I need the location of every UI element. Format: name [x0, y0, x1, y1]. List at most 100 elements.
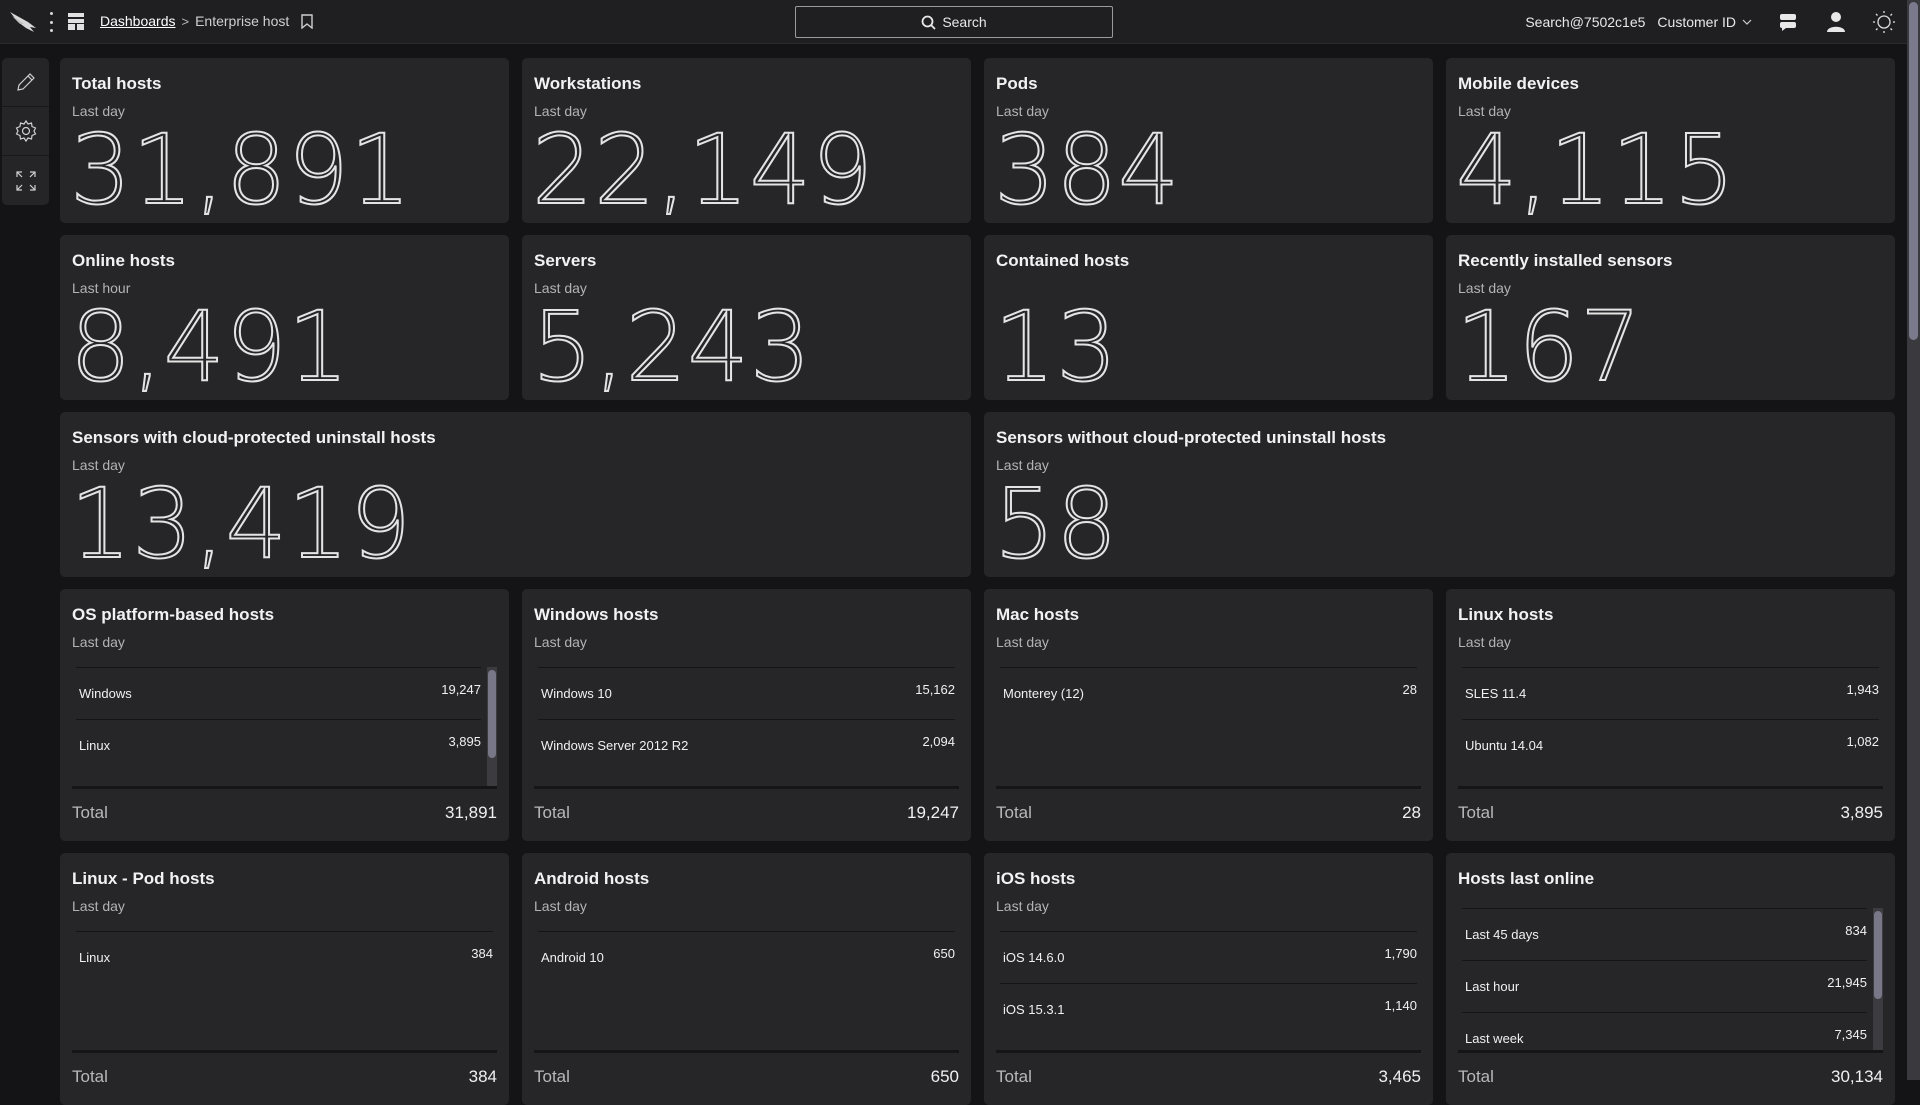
list-item-value: 28	[1402, 682, 1417, 697]
more-menu-icon[interactable]	[48, 12, 54, 32]
stat-card-pods[interactable]: Pods Last day 384	[984, 58, 1433, 227]
total-value: 384	[468, 1067, 497, 1086]
list-item[interactable]: Last hour 21,945	[1462, 960, 1867, 1012]
list-item[interactable]: Ubuntu 14.04 1,082	[1462, 719, 1879, 771]
list-item-label: Windows 10	[541, 686, 612, 701]
page-scrollbar-thumb[interactable]	[1909, 2, 1918, 340]
list-item[interactable]: Windows Server 2012 R2 2,094	[538, 719, 955, 771]
list-item[interactable]: Monterey (12) 28	[1000, 667, 1417, 719]
stat-card-contained-hosts[interactable]: Contained hosts 13	[984, 235, 1433, 404]
card-value-text: 13,419	[69, 467, 412, 581]
list-item-value: 2,094	[922, 734, 955, 749]
card-value: 13,419	[69, 467, 412, 581]
list-scrollbar-thumb[interactable]	[488, 670, 496, 758]
card-value-text: 5,243	[531, 290, 812, 404]
list-item-label: Ubuntu 14.04	[1465, 738, 1544, 753]
card-title: Contained hosts	[996, 251, 1130, 270]
card-value-text: 13	[993, 290, 1119, 404]
list-item-label: Last week	[1465, 1031, 1524, 1046]
total-divider	[1458, 1050, 1883, 1053]
list-item-value: 1,943	[1846, 682, 1879, 697]
list-scrollbar-thumb[interactable]	[1874, 911, 1882, 999]
page-scrollbar[interactable]	[1907, 0, 1920, 1080]
stat-card-recently-installed-sensors[interactable]: Recently installed sensors Last day 167	[1446, 235, 1895, 404]
list-item-value: 15,162	[915, 682, 955, 697]
user-profile-button[interactable]	[1824, 10, 1848, 34]
card-value: 8,491	[69, 290, 350, 404]
list-card-ios-hosts: iOS hosts Last day iOS 14.6.0 1,790 iOS 15.3…	[984, 853, 1433, 1105]
card-value: 31,891	[69, 113, 412, 227]
list-item-label: Android 10	[541, 950, 604, 965]
list-item-label: Monterey (12)	[1003, 686, 1084, 701]
global-search-button[interactable]: Search	[795, 6, 1113, 38]
top-bar: Dashboards > Enterprise host Search Sear…	[0, 0, 1920, 44]
list-item[interactable]: Android 10 650	[538, 931, 955, 983]
dashboard-tools	[2, 58, 49, 205]
card-value-text: 22,149	[531, 113, 874, 227]
card-value-text: 384	[993, 113, 1181, 227]
card-value-text: 167	[1455, 290, 1643, 404]
list-item[interactable]: Windows 19,247	[76, 667, 481, 719]
list-card-windows-hosts: Windows hosts Last day Windows 10 15,162 Win…	[522, 589, 971, 841]
card-title: Workstations	[534, 74, 642, 93]
stat-card-workstations[interactable]: Workstations Last day 22,149	[522, 58, 971, 227]
customer-id-label: Customer ID	[1657, 14, 1736, 30]
card-title: iOS hosts	[996, 869, 1076, 888]
falcon-logo-icon[interactable]	[8, 8, 40, 36]
bookmark-icon[interactable]	[301, 13, 313, 29]
breakdown-list: Last 45 days 834 Last hour 21,945 Last week 7…	[1458, 908, 1883, 1051]
list-item[interactable]: SLES 11.4 1,943	[1462, 667, 1879, 719]
card-period: Last day	[534, 634, 587, 650]
list-item[interactable]: Linux 3,895	[76, 719, 481, 771]
total-row: Total 28	[996, 803, 1421, 823]
list-item[interactable]: Linux 384	[76, 931, 493, 983]
total-label: Total	[1458, 1067, 1494, 1086]
total-divider	[996, 786, 1421, 789]
breadcrumb-dashboards-link[interactable]: Dashboards	[100, 13, 176, 29]
list-scrollbar[interactable]	[487, 667, 497, 787]
list-item[interactable]: iOS 14.6.0 1,790	[1000, 931, 1417, 983]
list-item[interactable]: Windows 10 15,162	[538, 667, 955, 719]
card-value: 58	[993, 467, 1118, 581]
card-value-text: 8,491	[69, 290, 350, 404]
list-item[interactable]: iOS 15.3.1 1,140	[1000, 983, 1417, 1035]
total-divider	[72, 786, 497, 789]
total-divider	[534, 1050, 959, 1053]
stat-card-total-hosts[interactable]: Total hosts Last day 31,891	[60, 58, 509, 227]
total-row: Total 30,134	[1458, 1067, 1883, 1087]
theme-toggle-button[interactable]	[1872, 10, 1896, 34]
dashboard-icon[interactable]	[68, 13, 84, 30]
card-title: Recently installed sensors	[1458, 251, 1673, 270]
card-period: Last day	[996, 634, 1049, 650]
stat-card-sensors-with-cloud-protected-uninstall-hosts[interactable]: Sensors with cloud-protected uninstall h…	[60, 412, 971, 581]
breakdown-list: Windows 10 15,162 Windows Server 2012 R2 2,…	[534, 667, 959, 787]
list-scrollbar[interactable]	[1873, 908, 1883, 1051]
list-card-linux-pod-hosts: Linux - Pod hosts Last day Linux 384 Total 38…	[60, 853, 509, 1105]
dashboard-settings-button[interactable]	[2, 107, 49, 156]
card-title: Sensors with cloud-protected uninstall h…	[72, 428, 436, 447]
stat-card-mobile-devices[interactable]: Mobile devices Last day 4,115	[1446, 58, 1895, 227]
fullscreen-button[interactable]	[2, 156, 49, 205]
edit-dashboard-button[interactable]	[2, 58, 49, 107]
list-item-value: 21,945	[1827, 975, 1867, 990]
stat-card-servers[interactable]: Servers Last day 5,243	[522, 235, 971, 404]
stat-card-online-hosts[interactable]: Online hosts Last hour 8,491	[60, 235, 509, 404]
breakdown-list: Linux 384	[72, 931, 497, 1051]
total-row: Total 31,891	[72, 803, 497, 823]
total-value: 30,134	[1831, 1067, 1883, 1086]
list-item[interactable]: Last week 7,345	[1462, 1012, 1867, 1051]
expand-icon	[15, 170, 36, 191]
card-title: OS platform-based hosts	[72, 605, 275, 624]
card-period: Last day	[534, 898, 587, 914]
total-value: 3,895	[1840, 803, 1883, 822]
card-title: Mac hosts	[996, 605, 1080, 624]
list-item-label: iOS 14.6.0	[1003, 950, 1065, 965]
list-item-value: 3,895	[448, 734, 481, 749]
stat-card-sensors-without-cloud-protected-uninstall-hosts[interactable]: Sensors without cloud-protected uninstal…	[984, 412, 1895, 581]
card-title: Hosts last online	[1458, 869, 1595, 888]
list-card-hosts-last-online: Hosts last online Last 45 days 834 Last hou…	[1446, 853, 1895, 1105]
list-item[interactable]: Last 45 days 834	[1462, 908, 1867, 960]
top-right-controls: Search@7502c1e5 Customer ID	[1525, 0, 1896, 44]
messages-button[interactable]	[1776, 10, 1800, 34]
customer-id-dropdown[interactable]: Customer ID	[1657, 14, 1752, 30]
